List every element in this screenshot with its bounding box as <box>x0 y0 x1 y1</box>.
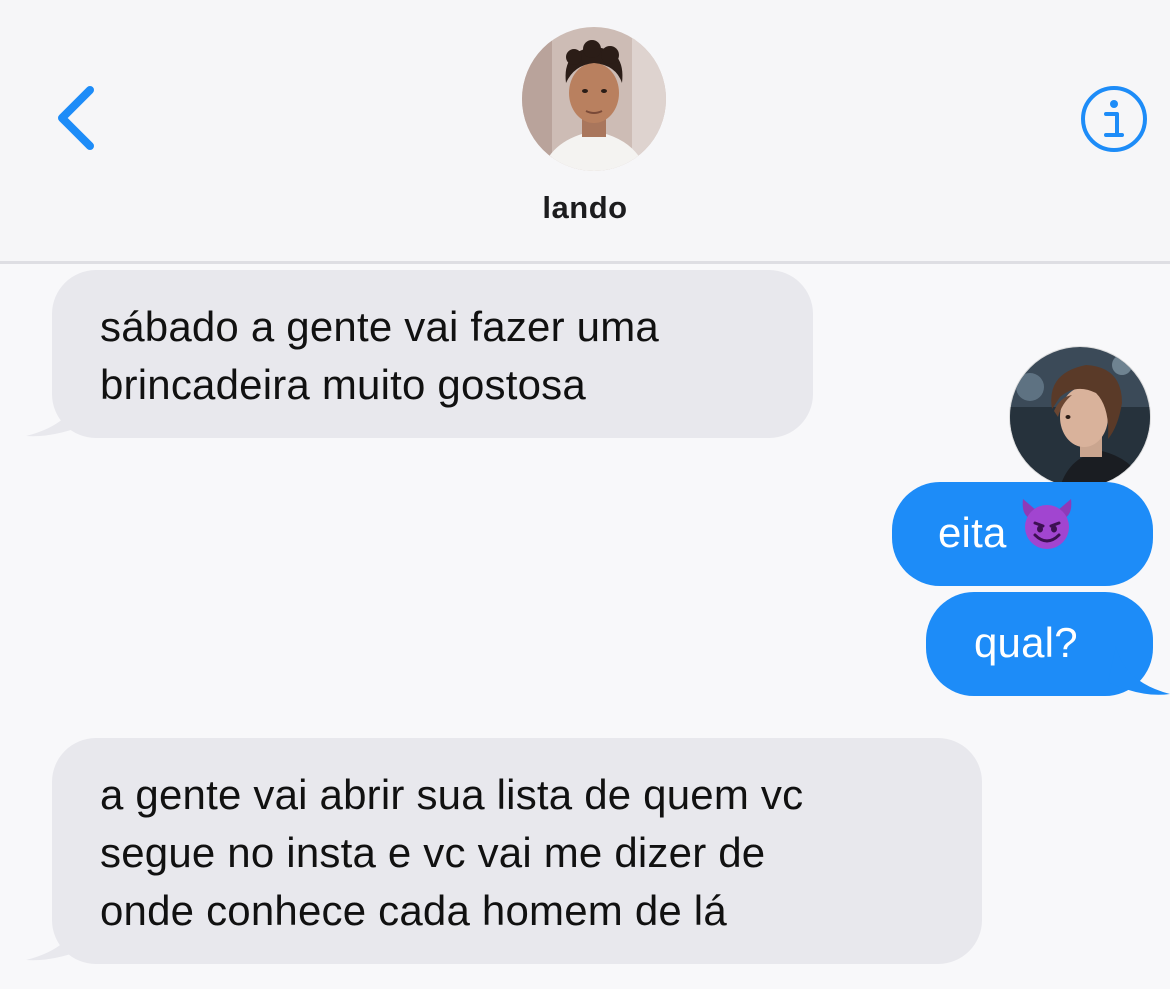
sender-photo <box>1010 347 1150 487</box>
sender-avatar[interactable] <box>1010 347 1150 487</box>
incoming-message-bubble[interactable]: a gente vai abrir sua lista de quem vc s… <box>52 738 982 964</box>
outgoing-message-bubble[interactable]: eita <box>892 482 1153 586</box>
contact-name[interactable]: lando <box>0 190 1170 226</box>
conversation-header: lando <box>0 0 1170 264</box>
smiling-devil-icon <box>1017 497 1077 566</box>
chevron-left-icon <box>58 86 94 150</box>
back-button[interactable] <box>48 78 108 158</box>
contact-photo <box>522 27 666 171</box>
message-text: sábado a gente vai fazer uma brincadeira… <box>100 303 659 408</box>
contact-avatar[interactable] <box>522 27 666 171</box>
info-button[interactable] <box>1079 84 1149 154</box>
message-text: eita <box>938 509 1007 556</box>
incoming-message-bubble[interactable]: sábado a gente vai fazer uma brincadeira… <box>52 270 813 438</box>
bubble-tail <box>1108 646 1170 695</box>
info-circle-icon <box>1081 86 1147 152</box>
message-text: a gente vai abrir sua lista de quem vc s… <box>100 771 804 934</box>
messages-screen: lando sábado a gente vai fazer uma brinc… <box>0 0 1170 989</box>
